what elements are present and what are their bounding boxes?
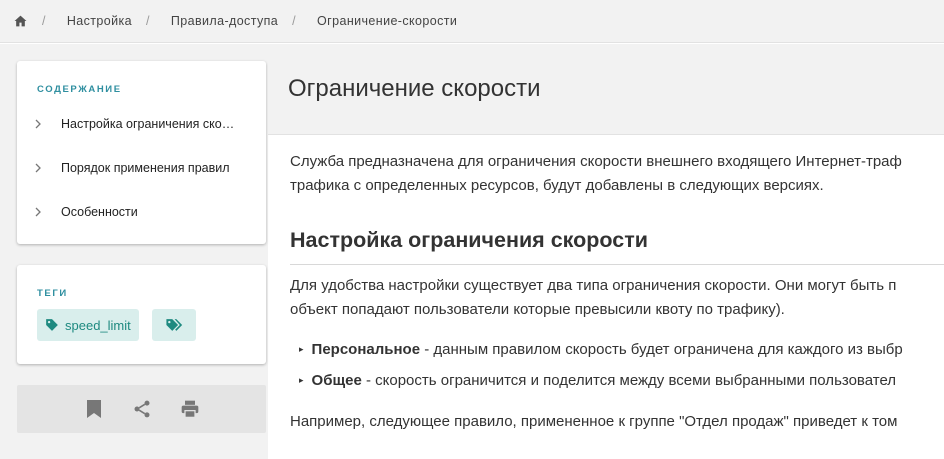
toc-item-label: Настройка ограничения скорости: [61, 117, 241, 131]
section-divider: [290, 264, 944, 265]
list-item-text: - данным правилом скорость будет огранич…: [420, 341, 903, 358]
page-actions: [17, 385, 266, 433]
all-tags-button[interactable]: [152, 309, 196, 341]
section-title: Настройка ограничения скорости: [290, 228, 648, 252]
tag-label: speed_limit: [65, 317, 131, 333]
breadcrumb-separator: /: [146, 14, 150, 28]
breadcrumb-item-settings[interactable]: Настройка: [67, 14, 132, 28]
tags-card: ТЕГИ speed_limit: [17, 265, 266, 364]
toc-card: СОДЕРЖАНИЕ Настройка ограничения скорост…: [17, 61, 266, 244]
list-item-term: Персональное: [311, 341, 421, 358]
toc-item-speed-setup[interactable]: Настройка ограничения скорости: [35, 113, 241, 135]
toc-title: СОДЕРЖАНИЕ: [37, 84, 122, 95]
list-item-term: Общее: [311, 372, 362, 389]
intro-line: Служба предназначена для ограничения ско…: [290, 153, 902, 170]
list-item-text: - скорость ограничится и поделится между…: [361, 372, 897, 389]
breadcrumb-item-access-rules[interactable]: Правила-доступа: [171, 14, 278, 28]
list-item: ▸ Общее - скорость ограничится и поделит…: [299, 372, 896, 389]
toc-item-features[interactable]: Особенности: [35, 201, 241, 223]
breadcrumb: / Настройка / Правила-доступа / Ограниче…: [0, 0, 944, 43]
section-line: Для удобства настройки существует два ти…: [290, 277, 897, 294]
tag-speed-limit[interactable]: speed_limit: [37, 309, 139, 341]
tags-title: ТЕГИ: [37, 288, 68, 299]
tags-icon: [165, 318, 183, 332]
example-paragraph: Например, следующее правило, примененное…: [290, 413, 898, 430]
intro-line: трафика с определенных ресурсов, будут д…: [290, 177, 824, 194]
section-paragraph: Для удобства настройки существует два ти…: [290, 274, 896, 322]
breadcrumb-separator: /: [292, 14, 297, 28]
bullet-triangle-icon: ▸: [299, 344, 304, 354]
toc-item-label: Особенности: [61, 205, 138, 219]
toc-item-label: Порядок применения правил: [61, 161, 230, 175]
list-item: ▸ Персональное - данным правилом скорост…: [299, 341, 903, 358]
bullet-triangle-icon: ▸: [299, 375, 304, 385]
breadcrumb-item-speed-limit[interactable]: Ограничение-скорости: [317, 14, 457, 28]
bookmark-icon[interactable]: [82, 397, 106, 421]
home-icon[interactable]: [14, 14, 28, 28]
toc-item-rules-order[interactable]: Порядок применения правил: [35, 157, 241, 179]
intro-paragraph: Служба предназначена для ограничения ско…: [290, 150, 944, 198]
page-header: Ограничение скорости: [268, 44, 944, 135]
share-icon[interactable]: [130, 397, 154, 421]
chevron-right-icon: [35, 119, 45, 129]
chevron-right-icon: [35, 207, 45, 217]
chevron-right-icon: [35, 163, 45, 173]
section-line: объект попадают пользователи которые пре…: [290, 301, 785, 318]
breadcrumb-separator: /: [42, 14, 46, 28]
page-title: Ограничение скорости: [288, 75, 541, 102]
print-icon[interactable]: [178, 397, 202, 421]
tag-icon: [45, 318, 59, 332]
